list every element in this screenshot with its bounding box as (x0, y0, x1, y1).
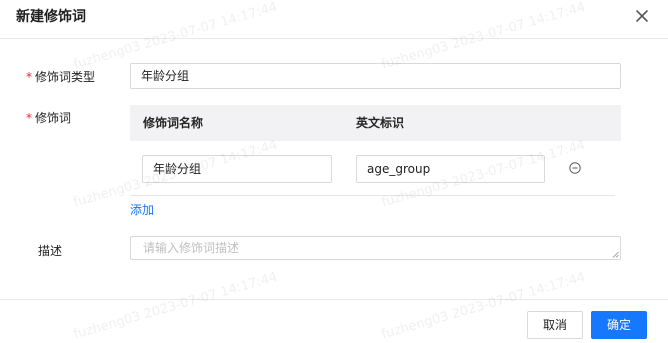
footer-divider (0, 299, 668, 300)
type-field-label: * 修饰词类型 (26, 68, 95, 86)
cancel-button[interactable]: 取消 (527, 311, 583, 339)
dialog-title: 新建修饰词 (16, 9, 86, 25)
modifier-type-input[interactable]: 年龄分组 (130, 63, 621, 89)
modifier-label-text: 修饰词 (35, 111, 72, 125)
modifier-type-value: 年龄分组 (141, 69, 190, 83)
column-header-english-id: 英文标识 (356, 116, 405, 130)
description-placeholder: 请输入修饰词描述 (143, 241, 240, 255)
english-id-input[interactable]: age_group (356, 155, 545, 183)
description-label: 描述 (38, 244, 63, 258)
modifier-name-input[interactable]: 年龄分组 (142, 155, 332, 183)
create-modifier-dialog: 新建修饰词 * 修饰词类型 年龄分组 * 修饰词 修饰词名称 英文标识 年龄分组 a… (0, 0, 668, 343)
dialog-header: 新建修饰词 (0, 0, 668, 39)
close-icon[interactable] (631, 5, 653, 27)
modifier-name-value: 年龄分组 (153, 162, 202, 176)
column-header-name: 修饰词名称 (143, 116, 204, 130)
modifier-table-header: 修饰词名称 英文标识 (130, 105, 621, 141)
ok-button[interactable]: 确定 (591, 311, 647, 339)
add-modifier-link[interactable]: 添加 (130, 202, 154, 218)
modifier-field-label: * 修饰词 (26, 109, 71, 127)
english-id-value: age_group (367, 162, 431, 176)
minus-circle-icon[interactable] (569, 162, 581, 174)
description-textarea[interactable]: 请输入修饰词描述 (130, 236, 621, 260)
required-mark: * (26, 70, 32, 84)
watermark-text: fuzheng03 2023-07-07 14:17:44 (72, 269, 280, 343)
table-row-divider (130, 195, 615, 196)
type-label-text: 修饰词类型 (35, 70, 96, 84)
resize-handle-icon[interactable] (612, 251, 619, 258)
required-mark: * (26, 111, 32, 125)
